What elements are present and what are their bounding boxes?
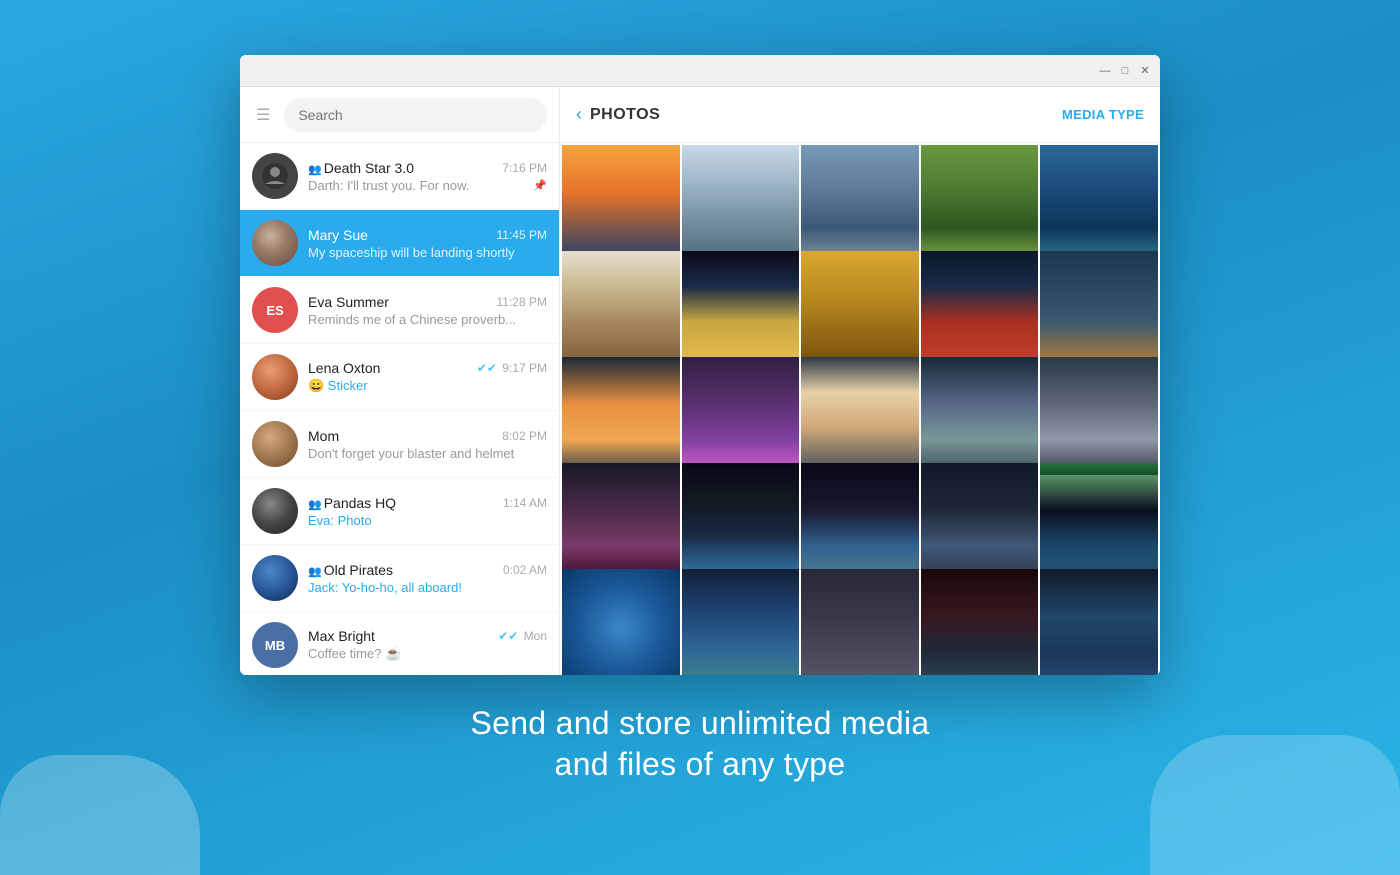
photo-17[interactable] (682, 463, 800, 581)
chat-item-death-star[interactable]: 👥Death Star 3.0 7:16 PM Darth: I'll trus… (240, 143, 559, 210)
photo-2[interactable] (682, 145, 800, 263)
chat-item-mom[interactable]: Mom 8:02 PM Don't forget your blaster an… (240, 411, 559, 478)
chat-list: 👥Death Star 3.0 7:16 PM Darth: I'll trus… (240, 143, 559, 675)
photo-23[interactable] (801, 569, 919, 675)
chat-item-eva-summer[interactable]: ES Eva Summer 11:28 PM Reminds me of a C… (240, 277, 559, 344)
search-input[interactable] (284, 98, 547, 132)
photo-14[interactable] (921, 357, 1039, 475)
back-button[interactable]: ‹ (576, 104, 582, 125)
photo-3[interactable] (801, 145, 919, 263)
avatar-eva-summer: ES (252, 287, 298, 333)
photo-9[interactable] (921, 251, 1039, 369)
chat-info-mom: Mom 8:02 PM Don't forget your blaster an… (308, 428, 547, 461)
media-type-button[interactable]: MEDIA TYPE (1062, 107, 1144, 122)
chat-item-old-pirates[interactable]: 👥Old Pirates 0:02 AM Jack: Yo-ho-ho, all… (240, 545, 559, 612)
avatar-death-star (252, 153, 298, 199)
photo-20[interactable] (1040, 463, 1158, 581)
chat-item-pandas-hq[interactable]: 👥Pandas HQ 1:14 AM Eva: Photo (240, 478, 559, 545)
photos-title: PHOTOS (590, 106, 660, 124)
photo-6[interactable] (562, 251, 680, 369)
photo-25[interactable] (1040, 569, 1158, 675)
footer-text: Send and store unlimited media and files… (470, 705, 929, 783)
cloud-right (1150, 735, 1400, 875)
tick-icon-max: ✔✔ (498, 629, 518, 643)
app-window: — □ ✕ ☰ (240, 55, 1160, 675)
chat-info-pandas-hq: 👥Pandas HQ 1:14 AM Eva: Photo (308, 495, 547, 528)
avatar-mom (252, 421, 298, 467)
chat-info-eva-summer: Eva Summer 11:28 PM Reminds me of a Chin… (308, 294, 547, 327)
photo-4[interactable] (921, 145, 1039, 263)
title-bar: — □ ✕ (240, 55, 1160, 87)
photo-19[interactable] (921, 463, 1039, 581)
minimize-button[interactable]: — (1098, 64, 1112, 78)
photo-1[interactable] (562, 145, 680, 263)
photo-24[interactable] (921, 569, 1039, 675)
photos-title-group: ‹ PHOTOS (576, 104, 660, 125)
photos-panel: ‹ PHOTOS MEDIA TYPE (560, 87, 1160, 675)
chat-info-max-bright: Max Bright ✔✔ Mon Coffee time? ☕ (308, 628, 547, 662)
photo-21[interactable] (562, 569, 680, 675)
chat-info-old-pirates: 👥Old Pirates 0:02 AM Jack: Yo-ho-ho, all… (308, 562, 547, 595)
photo-10[interactable] (1040, 251, 1158, 369)
close-button[interactable]: ✕ (1138, 64, 1152, 78)
photo-5[interactable] (1040, 145, 1158, 263)
tick-icon-lena: ✔✔ (477, 361, 497, 375)
avatar-pandas-hq (252, 488, 298, 534)
photo-22[interactable] (682, 569, 800, 675)
chat-info-mary-sue: Mary Sue 11:45 PM My spaceship will be l… (308, 227, 547, 260)
photo-7[interactable] (682, 251, 800, 369)
chat-item-lena-oxton[interactable]: Lena Oxton ✔✔ 9:17 PM 😀 Sticker (240, 344, 559, 411)
photo-12[interactable] (682, 357, 800, 475)
chat-header: ☰ (240, 87, 559, 143)
photo-13[interactable] (801, 357, 919, 475)
photo-grid (560, 143, 1160, 675)
chat-info-death-star: 👥Death Star 3.0 7:16 PM Darth: I'll trus… (308, 160, 547, 193)
photo-15[interactable] (1040, 357, 1158, 475)
chat-info-lena-oxton: Lena Oxton ✔✔ 9:17 PM 😀 Sticker (308, 360, 547, 394)
photo-16[interactable] (562, 463, 680, 581)
group-icon-pandas: 👥 (308, 499, 322, 511)
chat-item-max-bright[interactable]: MB Max Bright ✔✔ Mon Coffee time? ☕ (240, 612, 559, 675)
avatar-mary-sue (252, 220, 298, 266)
group-icon-pirates: 👥 (308, 566, 322, 578)
photo-11[interactable] (562, 357, 680, 475)
footer-line1: Send and store unlimited media (470, 705, 929, 742)
chat-panel: ☰ 👥Death Star 3.0 (240, 87, 560, 675)
cloud-left (0, 755, 200, 875)
photo-8[interactable] (801, 251, 919, 369)
photos-header: ‹ PHOTOS MEDIA TYPE (560, 87, 1160, 143)
photo-18[interactable] (801, 463, 919, 581)
footer-line2: and files of any type (470, 746, 929, 783)
pin-icon: 📌 (533, 179, 547, 192)
chat-item-mary-sue[interactable]: Mary Sue 11:45 PM My spaceship will be l… (240, 210, 559, 277)
avatar-max-bright: MB (252, 622, 298, 668)
menu-icon[interactable]: ☰ (252, 101, 274, 129)
app-content: ☰ 👥Death Star 3.0 (240, 87, 1160, 675)
avatar-lena-oxton (252, 354, 298, 400)
group-icon: 👥 (308, 164, 322, 176)
maximize-button[interactable]: □ (1118, 64, 1132, 78)
avatar-old-pirates (252, 555, 298, 601)
